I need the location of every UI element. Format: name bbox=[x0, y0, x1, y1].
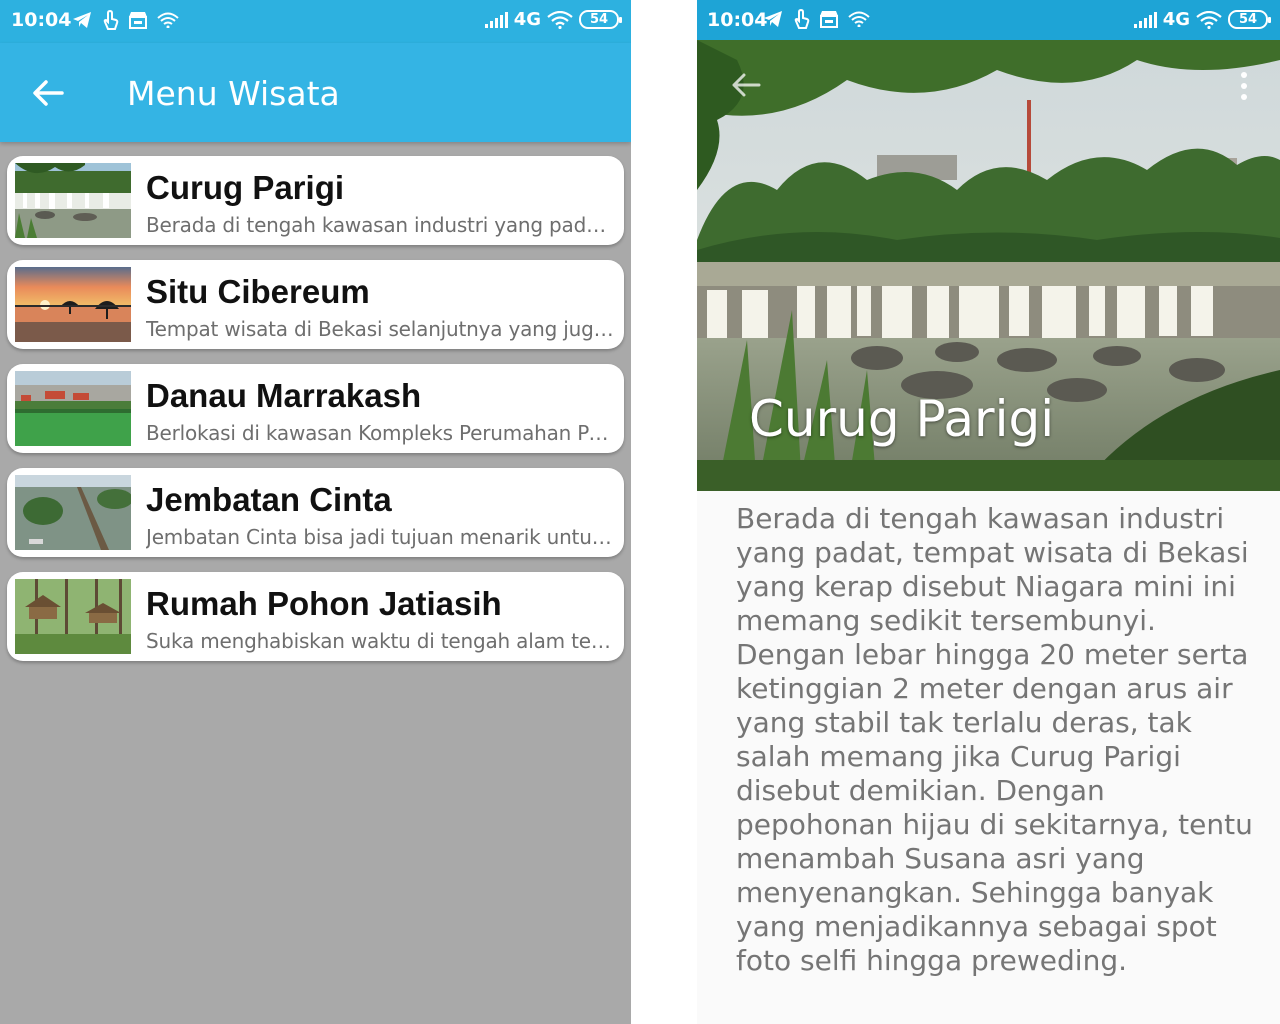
item-title: Situ Cibereum bbox=[146, 273, 370, 310]
list-item[interactable]: Curug Parigi Berada di tengah kawasan in… bbox=[7, 156, 624, 245]
telegram-icon bbox=[764, 11, 782, 27]
status-time: 10:04 bbox=[11, 9, 72, 31]
list-screen: 10:04 4G 54 Menu Wisata Curug Parigi Ber… bbox=[0, 0, 631, 1024]
arrow-back-icon[interactable] bbox=[30, 75, 66, 111]
arrow-back-icon[interactable] bbox=[729, 68, 763, 102]
signal-icon bbox=[1133, 11, 1157, 28]
treehouse-thumb bbox=[15, 579, 131, 654]
item-description: Berlokasi di kawasan Kompleks Perumahan … bbox=[146, 421, 618, 445]
sunset-lake-thumb bbox=[15, 267, 131, 342]
item-description: Suka menghabiskan waktu di tengah alam t… bbox=[146, 629, 618, 653]
page-title: Menu Wisata bbox=[127, 74, 340, 113]
telegram-icon bbox=[73, 12, 91, 28]
touch-icon bbox=[794, 9, 810, 29]
status-bar: 10:04 4G 54 bbox=[697, 0, 1280, 40]
hero-image: Curug Parigi bbox=[697, 40, 1280, 491]
signal-icon bbox=[484, 11, 508, 28]
list-item[interactable]: Danau Marrakash Berlokasi di kawasan Kom… bbox=[7, 364, 624, 453]
waterfall-thumb bbox=[15, 163, 131, 238]
bridge-thumb bbox=[15, 475, 131, 550]
destination-list: Curug Parigi Berada di tengah kawasan in… bbox=[7, 156, 624, 676]
network-type: 4G bbox=[513, 9, 541, 30]
detail-description: Berada di tengah kawasan industri yang p… bbox=[736, 502, 1253, 977]
network-type: 4G bbox=[1162, 9, 1190, 30]
status-bar: 10:04 4G 54 bbox=[0, 0, 631, 43]
store-icon bbox=[129, 12, 147, 29]
list-item[interactable]: Situ Cibereum Tempat wisata di Bekasi se… bbox=[7, 260, 624, 349]
detail-title: Curug Parigi bbox=[749, 390, 1055, 448]
battery-indicator: 54 bbox=[579, 10, 622, 29]
wifi-icon bbox=[547, 10, 573, 29]
item-title: Danau Marrakash bbox=[146, 377, 422, 414]
item-title: Jembatan Cinta bbox=[146, 481, 392, 518]
status-time: 10:04 bbox=[707, 9, 768, 31]
more-vert-icon[interactable] bbox=[1238, 70, 1250, 102]
item-description: Tempat wisata di Bekasi selanjutnya yang… bbox=[146, 317, 618, 341]
detail-screen: 10:04 4G 54 Curug Parigi Berada di tenga… bbox=[697, 0, 1280, 1024]
wifi-icon bbox=[848, 11, 870, 27]
lake-town-thumb bbox=[15, 371, 131, 446]
item-description: Jembatan Cinta bisa jadi tujuan menarik … bbox=[146, 525, 618, 549]
list-item[interactable]: Rumah Pohon Jatiasih Suka menghabiskan w… bbox=[7, 572, 624, 661]
item-description: Berada di tengah kawasan industri yang p… bbox=[146, 213, 618, 237]
touch-icon bbox=[103, 10, 119, 30]
list-item[interactable]: Jembatan Cinta Jembatan Cinta bisa jadi … bbox=[7, 468, 624, 557]
item-title: Rumah Pohon Jatiasih bbox=[146, 585, 502, 622]
store-icon bbox=[820, 11, 838, 28]
app-bar: Menu Wisata bbox=[0, 43, 631, 142]
battery-indicator: 54 bbox=[1228, 10, 1271, 29]
item-title: Curug Parigi bbox=[146, 169, 345, 206]
wifi-icon bbox=[157, 12, 179, 28]
wifi-icon bbox=[1196, 10, 1222, 29]
